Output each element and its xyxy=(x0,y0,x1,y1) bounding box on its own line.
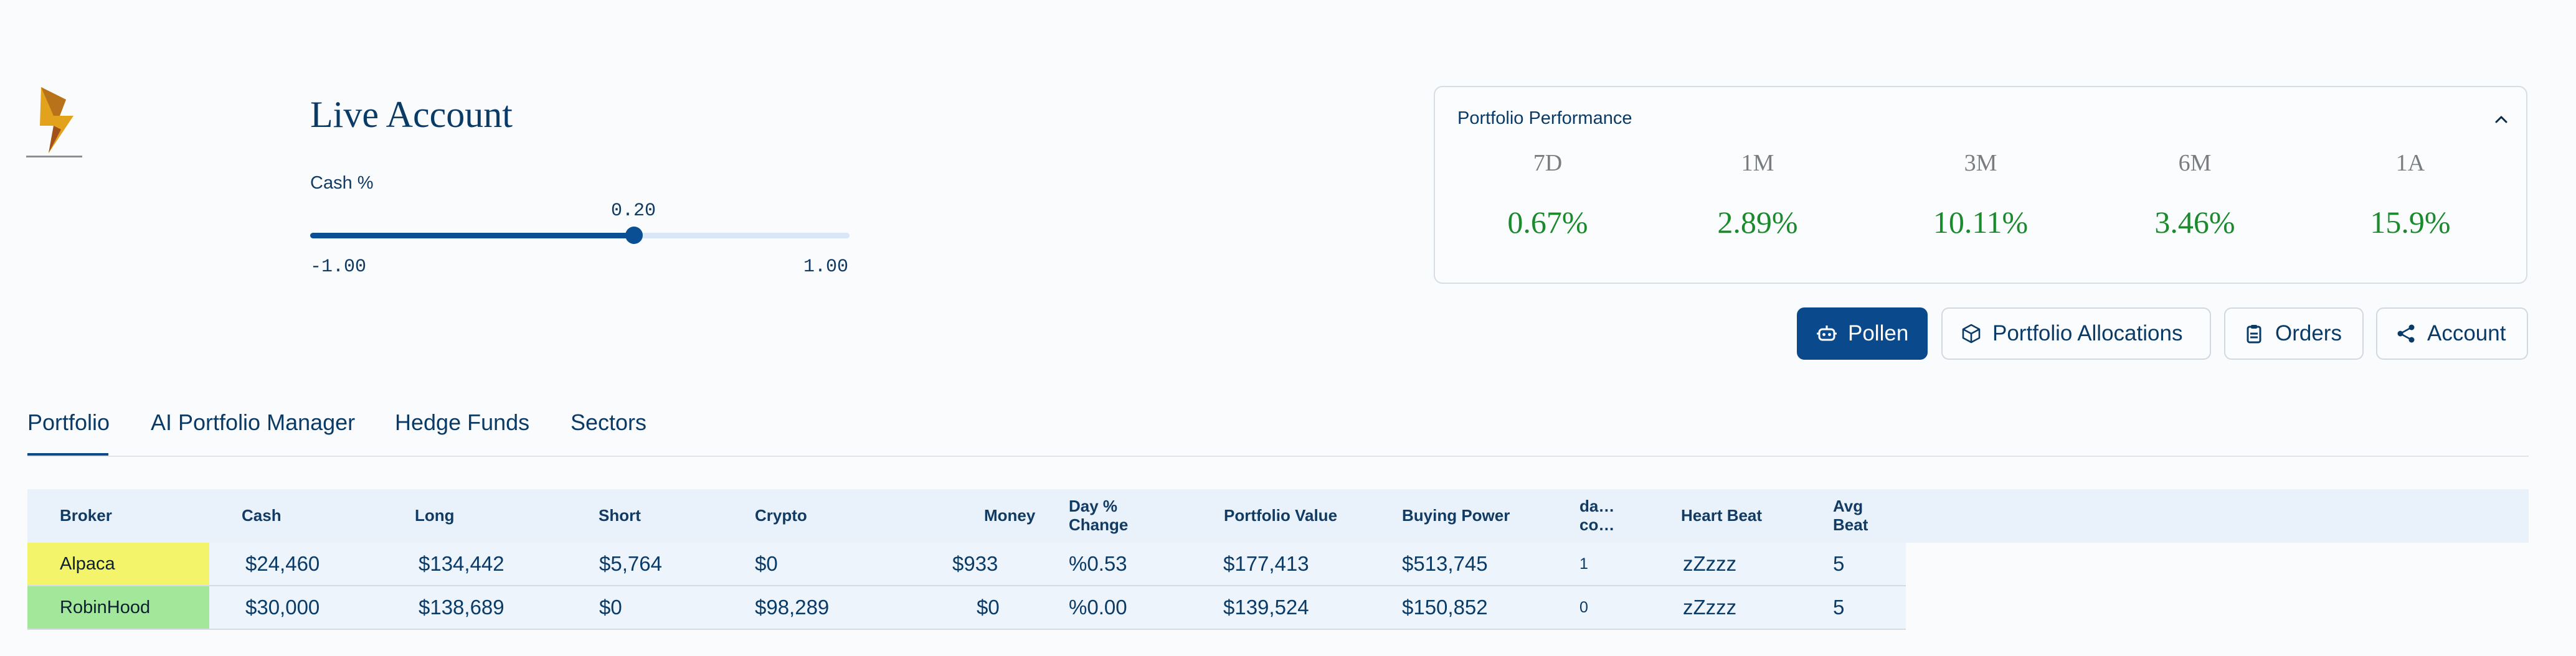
perf-column-3m: 3M 10.11% xyxy=(1918,149,2043,240)
robot-icon xyxy=(1817,326,1837,341)
column-header-money[interactable]: Money xyxy=(984,506,1035,525)
short-cell: $5,764 xyxy=(599,552,662,575)
avg-beat-header-line2: Beat xyxy=(1833,515,1868,534)
crypto-cell: $0 xyxy=(755,552,778,575)
column-header-portfolio-value[interactable]: Portfolio Value xyxy=(1224,506,1337,525)
column-header-cash[interactable]: Cash xyxy=(242,506,282,525)
portfolio-allocations-button[interactable]: Portfolio Allocations xyxy=(1941,307,2211,360)
tab-ai-portfolio-manager[interactable]: AI Portfolio Manager xyxy=(151,410,355,436)
chevron-up-icon[interactable] xyxy=(2490,108,2512,131)
long-cell: $134,442 xyxy=(419,552,504,575)
logo-underline xyxy=(26,156,82,157)
column-header-avg-beat[interactable]: Avg Beat xyxy=(1833,497,1868,534)
buying-power-cell: $150,852 xyxy=(1402,596,1488,619)
broker-name: Alpaca xyxy=(60,554,115,574)
portfolio-value-cell: $139,524 xyxy=(1223,596,1309,619)
day-change-cell: %0.00 xyxy=(1069,596,1127,619)
cash-percent-label: Cash % xyxy=(310,173,374,193)
share-icon xyxy=(2397,324,2415,343)
avg-beat-cell: 5 xyxy=(1833,596,1845,619)
perf-period-label: 3M xyxy=(1964,150,1997,176)
tab-divider xyxy=(27,456,2529,457)
column-header-heart-beat[interactable]: Heart Beat xyxy=(1681,506,1762,525)
tab-portfolio[interactable]: Portfolio xyxy=(27,410,110,436)
cash-cell: $30,000 xyxy=(245,596,320,619)
money-cell: $933 xyxy=(952,552,998,575)
da-cell: 0 xyxy=(1579,599,1588,616)
day-change-header-line1: Day % xyxy=(1069,497,1118,515)
portfolio-value-cell: $177,413 xyxy=(1223,552,1309,575)
clipboard-icon xyxy=(2247,325,2261,344)
active-tab-indicator xyxy=(27,453,108,456)
account-button-label: Account xyxy=(2427,321,2506,345)
orders-button[interactable]: Orders xyxy=(2224,307,2364,360)
column-header-long[interactable]: Long xyxy=(415,506,455,525)
page-title: Live Account xyxy=(310,94,513,135)
broker-cell[interactable]: Alpaca xyxy=(27,543,209,585)
cash-slider-fill xyxy=(310,233,634,238)
perf-period-label: 1M xyxy=(1741,150,1774,176)
perf-column-1m: 1M 2.89% xyxy=(1695,149,1820,240)
heart-beat-cell: zZzzz xyxy=(1683,552,1737,575)
perf-value: 2.89% xyxy=(1717,205,1798,240)
short-cell: $0 xyxy=(599,596,622,619)
perf-value: 15.9% xyxy=(2370,205,2451,240)
heart-beat-cell: zZzzz xyxy=(1683,596,1737,619)
perf-period-label: 7D xyxy=(1533,150,1563,176)
account-button[interactable]: Account xyxy=(2376,307,2528,360)
day-change-header-line2: Change xyxy=(1069,515,1129,534)
perf-value: 0.67% xyxy=(1507,205,1588,240)
portfolio-performance-title: Portfolio Performance xyxy=(1457,108,1632,128)
perf-column-6m: 6M 3.46% xyxy=(2133,149,2257,240)
tab-hedge-funds[interactable]: Hedge Funds xyxy=(395,410,529,436)
pollen-button-label: Pollen xyxy=(1848,321,1909,345)
perf-value: 10.11% xyxy=(1933,205,2029,240)
avg-beat-header-line1: Avg xyxy=(1833,497,1863,515)
portfolio-allocations-label: Portfolio Allocations xyxy=(1992,321,2183,345)
table-row[interactable]: RobinHood $30,000 $138,689 $0 $98,289 $0… xyxy=(27,586,1906,630)
pollen-button[interactable]: Pollen xyxy=(1797,307,1928,360)
broker-cell[interactable]: RobinHood xyxy=(27,586,209,629)
orders-button-label: Orders xyxy=(2275,321,2342,345)
column-header-short[interactable]: Short xyxy=(599,506,641,525)
cash-slider-thumb[interactable] xyxy=(625,227,643,244)
day-change-cell: %0.53 xyxy=(1069,552,1127,575)
money-cell: $0 xyxy=(977,596,1000,619)
column-header-crypto[interactable]: Crypto xyxy=(755,506,807,525)
perf-period-label: 6M xyxy=(2178,150,2212,176)
slider-min-label: -1.00 xyxy=(310,256,367,278)
column-header-day-change[interactable]: Day % Change xyxy=(1069,497,1128,534)
perf-column-1a: 1A 15.9% xyxy=(2348,149,2473,240)
table-row[interactable]: Alpaca $24,460 $134,442 $5,764 $0 $933 %… xyxy=(27,543,1906,586)
buying-power-cell: $513,745 xyxy=(1402,552,1488,575)
cube-icon xyxy=(1962,324,1981,344)
perf-column-7d: 7D 0.67% xyxy=(1485,149,1610,240)
slider-max-label: 1.00 xyxy=(803,256,849,278)
broker-name: RobinHood xyxy=(60,597,151,617)
column-header-broker[interactable]: Broker xyxy=(60,506,112,525)
portfolio-performance-card: Portfolio Performance 7D 0.67% 1M 2.89% … xyxy=(1434,86,2527,284)
app-logo[interactable] xyxy=(35,86,76,154)
da-header-line2: co… xyxy=(1579,515,1615,534)
cash-cell: $24,460 xyxy=(245,552,320,575)
da-header-line1: da… xyxy=(1579,497,1615,515)
perf-value: 3.46% xyxy=(2154,205,2235,240)
long-cell: $138,689 xyxy=(419,596,504,619)
column-header-buying-power[interactable]: Buying Power xyxy=(1402,506,1510,525)
perf-period-label: 1A xyxy=(2395,150,2425,176)
column-header-da[interactable]: da… co… xyxy=(1579,497,1614,534)
da-cell: 1 xyxy=(1579,555,1588,573)
tab-sectors[interactable]: Sectors xyxy=(571,410,646,436)
avg-beat-cell: 5 xyxy=(1833,552,1845,575)
crypto-cell: $98,289 xyxy=(755,596,830,619)
slider-value-label: 0.20 xyxy=(611,200,656,222)
